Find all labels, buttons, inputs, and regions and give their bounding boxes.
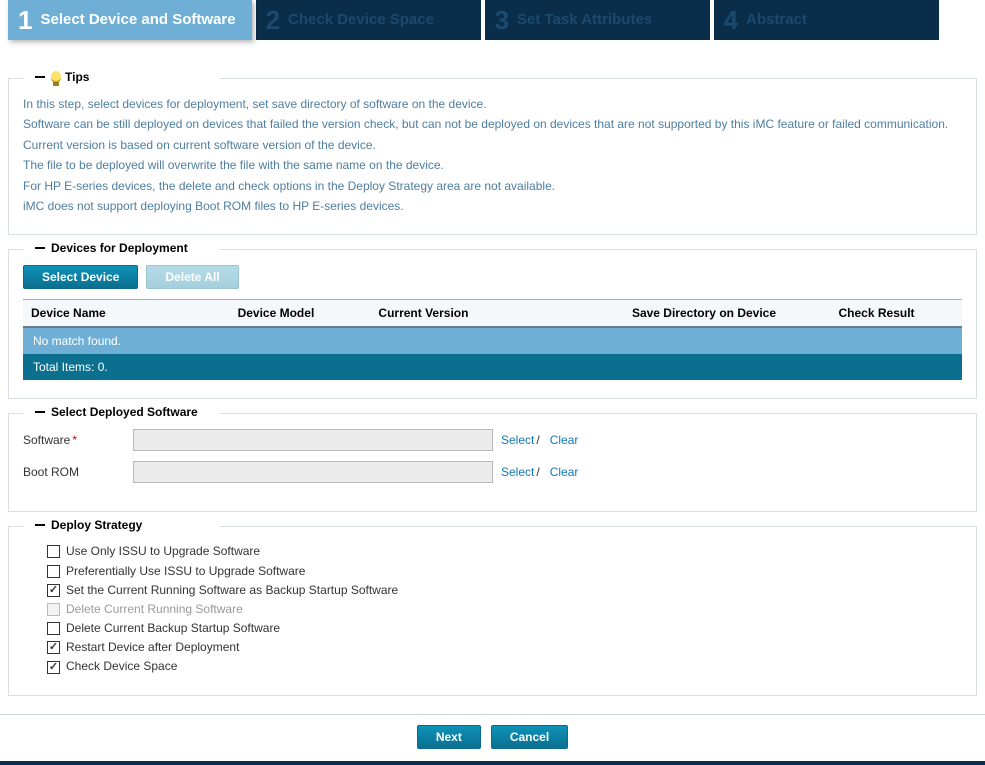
software-label: Software* [23,433,133,447]
tips-line: Current version is based on current soft… [23,135,962,155]
software-legend: Select Deployed Software [29,405,204,419]
tips-legend: Tips [29,70,95,84]
strategy-legend: Deploy Strategy [29,518,148,532]
checkbox-issu-preferential[interactable] [47,565,60,578]
strategy-label: Check Device Space [66,657,177,676]
delete-all-button[interactable]: Delete All [146,265,238,289]
tips-section: Tips In this step, select devices for de… [8,78,977,235]
software-select-link[interactable]: Select [501,433,534,447]
strategy-option: Set the Current Running Software as Back… [47,581,962,600]
empty-message: No match found. [23,327,962,354]
checkbox-restart[interactable] [47,641,60,654]
checkbox-delete-running [47,603,60,616]
tips-title: Tips [65,70,89,84]
strategy-option: Delete Current Backup Startup Software [47,619,962,638]
col-device-name: Device Name [23,300,230,328]
devices-title: Devices for Deployment [51,241,188,255]
bootrom-select-link[interactable]: Select [501,465,534,479]
tips-line: The file to be deployed will overwrite t… [23,155,962,175]
select-device-button[interactable]: Select Device [23,265,138,289]
tips-line: Software can be still deployed on device… [23,114,962,134]
strategy-option: Preferentially Use ISSU to Upgrade Softw… [47,562,962,581]
checkbox-issu-only[interactable] [47,545,60,558]
step-title: Abstract [746,11,807,28]
tips-line: For HP E-series devices, the delete and … [23,176,962,196]
step-title: Select Device and Software [40,11,235,28]
wizard-steps: 1 Select Device and Software 2 Check Dev… [0,0,985,40]
step-number: 3 [495,5,509,36]
step-number: 1 [18,5,32,36]
software-title: Select Deployed Software [51,405,198,419]
strategy-label: Set the Current Running Software as Back… [66,581,398,600]
table-total-row: Total Items: 0. [23,354,962,380]
bootrom-label: Boot ROM [23,465,133,479]
col-check-result: Check Result [831,300,962,328]
devices-table: Device Name Device Model Current Version… [23,299,962,380]
bootrom-input[interactable] [133,461,493,483]
wizard-step-2[interactable]: 2 Check Device Space [256,0,481,40]
software-input[interactable] [133,429,493,451]
strategy-title: Deploy Strategy [51,518,142,532]
total-items: Total Items: 0. [23,354,962,380]
col-current-version: Current Version [370,300,624,328]
wizard-step-4[interactable]: 4 Abstract [714,0,939,40]
wizard-step-3[interactable]: 3 Set Task Attributes [485,0,710,40]
devices-section: Devices for Deployment Select Device Del… [8,249,977,399]
checkbox-delete-backup[interactable] [47,622,60,635]
col-save-directory: Save Directory on Device [624,300,831,328]
step-title: Set Task Attributes [517,11,652,28]
col-device-model: Device Model [230,300,371,328]
step-number: 2 [266,5,280,36]
software-section: Select Deployed Software Software* Selec… [8,413,977,512]
strategy-option: Check Device Space [47,657,962,676]
step-title: Check Device Space [288,11,434,28]
lightbulb-icon [51,71,61,83]
bottom-bar [0,761,985,765]
footer-actions: Next Cancel [0,714,985,761]
next-button[interactable]: Next [417,725,481,749]
checkbox-check-space[interactable] [47,661,60,674]
devices-legend: Devices for Deployment [29,241,194,255]
strategy-option: Use Only ISSU to Upgrade Software [47,542,962,561]
tips-line: iMC does not support deploying Boot ROM … [23,196,962,216]
software-clear-link[interactable]: Clear [550,433,579,447]
bootrom-clear-link[interactable]: Clear [550,465,579,479]
tips-line: In this step, select devices for deploym… [23,94,962,114]
strategy-label: Preferentially Use ISSU to Upgrade Softw… [66,562,305,581]
checkbox-backup-startup[interactable] [47,584,60,597]
cancel-button[interactable]: Cancel [491,725,568,749]
step-number: 4 [724,5,738,36]
strategy-section: Deploy Strategy Use Only ISSU to Upgrade… [8,526,977,695]
strategy-label: Restart Device after Deployment [66,638,239,657]
strategy-label: Use Only ISSU to Upgrade Software [66,542,260,561]
table-empty-row: No match found. [23,327,962,354]
strategy-label: Delete Current Backup Startup Software [66,619,280,638]
strategy-option: Restart Device after Deployment [47,638,962,657]
strategy-option: Delete Current Running Software [47,600,962,619]
strategy-label: Delete Current Running Software [66,600,243,619]
wizard-step-1[interactable]: 1 Select Device and Software [8,0,252,40]
